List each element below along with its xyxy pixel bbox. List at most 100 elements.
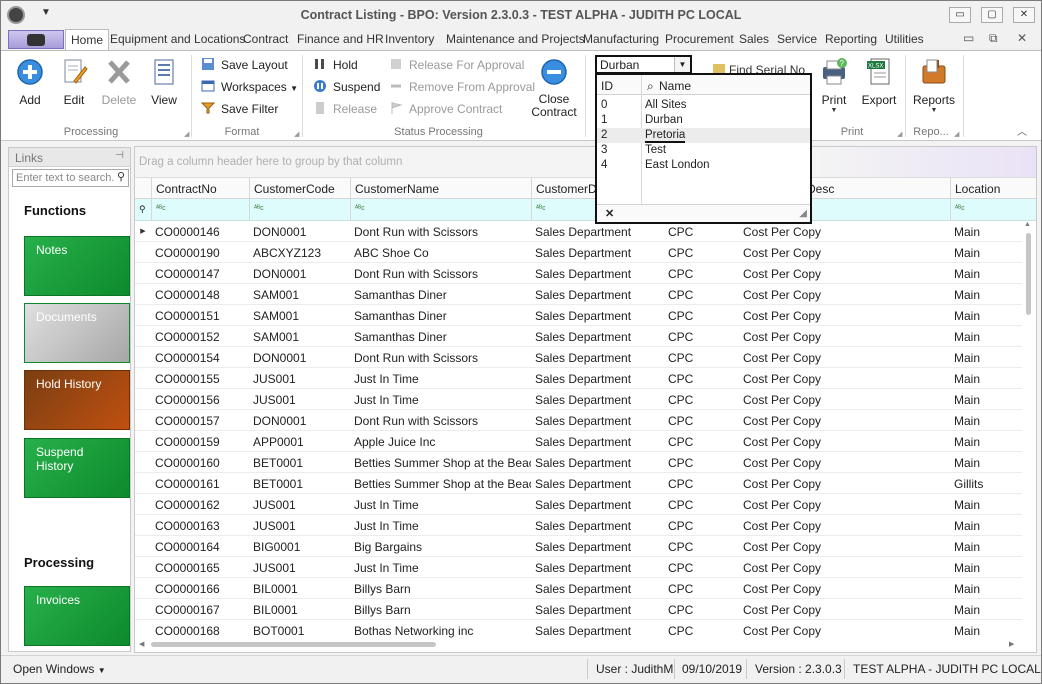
table-cell[interactable]: JUS001 xyxy=(249,557,350,578)
table-cell[interactable]: CO0000163 xyxy=(151,515,249,536)
table-cell[interactable]: CO0000152 xyxy=(151,326,249,347)
table-row[interactable]: CO0000190 ABCXYZ123 ABC Shoe Co Sales Depar… xyxy=(135,242,1023,263)
workspaces-button[interactable]: Workspaces ▼ xyxy=(201,79,298,94)
table-cell[interactable]: DON0001 xyxy=(249,221,350,242)
table-cell[interactable]: CO0000156 xyxy=(151,389,249,410)
table-cell[interactable]: CO0000157 xyxy=(151,410,249,431)
tab-reporting[interactable]: Reporting xyxy=(825,32,877,46)
table-cell[interactable]: Cost Per Copy xyxy=(739,389,950,410)
suspend-history-tile[interactable]: Suspend History xyxy=(24,438,130,498)
table-cell[interactable]: CO0000155 xyxy=(151,368,249,389)
table-cell[interactable]: ABC Shoe Co xyxy=(350,242,531,263)
search-icon[interactable]: ⚲ xyxy=(117,170,125,183)
table-cell[interactable]: CO0000165 xyxy=(151,557,249,578)
table-cell[interactable]: CPC xyxy=(664,473,739,494)
reports-button[interactable]: Reports ▼ xyxy=(913,57,955,114)
site-selector[interactable]: Durban ▼ xyxy=(595,55,692,74)
table-cell[interactable]: Sales Department xyxy=(531,242,664,263)
resize-grip-icon[interactable]: ◢ xyxy=(799,208,807,219)
release-for-approval-button[interactable]: Release For Approval xyxy=(389,57,524,72)
table-cell[interactable]: CPC xyxy=(664,599,739,620)
table-cell[interactable]: CO0000167 xyxy=(151,599,249,620)
table-cell[interactable]: CPC xyxy=(664,263,739,284)
table-cell[interactable]: Main xyxy=(950,578,1023,599)
table-cell[interactable]: DON0001 xyxy=(249,347,350,368)
table-cell[interactable]: Dont Run with Scissors xyxy=(350,410,531,431)
table-cell[interactable]: Sales Department xyxy=(531,557,664,578)
column-header-customercode[interactable]: CustomerCode xyxy=(249,178,350,199)
mdi-minimize-button[interactable]: ▭ xyxy=(963,31,974,45)
table-cell[interactable]: Cost Per Copy xyxy=(739,515,950,536)
approve-contract-button[interactable]: Approve Contract xyxy=(389,101,502,116)
table-row[interactable]: CO0000161 BET0001 Betties Summer Shop at t… xyxy=(135,473,1023,494)
table-cell[interactable]: Dont Run with Scissors xyxy=(350,347,531,368)
table-cell[interactable]: Main xyxy=(950,452,1023,473)
tab-home[interactable]: Home xyxy=(65,29,110,50)
table-row[interactable]: CO0000157 DON0001 Dont Run with Scissors Sa… xyxy=(135,410,1023,431)
table-cell[interactable]: Main xyxy=(950,494,1023,515)
hold-history-tile[interactable]: Hold History xyxy=(24,370,130,430)
row-indicator[interactable] xyxy=(135,599,151,620)
table-cell[interactable]: Sales Department xyxy=(531,473,664,494)
release-button[interactable]: Release xyxy=(313,101,377,116)
table-cell[interactable]: Main xyxy=(950,284,1023,305)
focused-row-indicator-icon[interactable]: ▶ xyxy=(135,221,151,242)
table-row[interactable]: CO0000155 JUS001 Just In Time Sales Departm… xyxy=(135,368,1023,389)
print-dialog-launcher-icon[interactable]: ◢ xyxy=(897,130,902,138)
tab-inventory[interactable]: Inventory xyxy=(385,32,434,46)
table-cell[interactable]: CPC xyxy=(664,431,739,452)
table-cell[interactable]: ABCXYZ123 xyxy=(249,242,350,263)
table-cell[interactable]: BIL0001 xyxy=(249,578,350,599)
column-header-customername[interactable]: CustomerName xyxy=(350,178,531,199)
table-cell[interactable]: Just In Time xyxy=(350,494,531,515)
tab-service[interactable]: Service xyxy=(777,32,817,46)
table-cell[interactable]: Sales Department xyxy=(531,494,664,515)
table-cell[interactable]: Betties Summer Shop at the Beach xyxy=(350,452,531,473)
horizontal-scrollbar[interactable]: ◀ ▶ xyxy=(135,638,1023,652)
table-cell[interactable]: Sales Department xyxy=(531,326,664,347)
group-by-panel[interactable]: Drag a column header here to group by th… xyxy=(135,147,1036,178)
table-cell[interactable]: CO0000160 xyxy=(151,452,249,473)
table-cell[interactable]: Sales Department xyxy=(531,389,664,410)
table-cell[interactable]: Cost Per Copy xyxy=(739,263,950,284)
table-cell[interactable]: CPC xyxy=(664,305,739,326)
table-cell[interactable]: SAM001 xyxy=(249,284,350,305)
table-cell[interactable]: Cost Per Copy xyxy=(739,326,950,347)
row-indicator[interactable] xyxy=(135,473,151,494)
table-cell[interactable]: Just In Time xyxy=(350,368,531,389)
table-cell[interactable]: Billys Barn xyxy=(350,578,531,599)
table-cell[interactable]: Main xyxy=(950,557,1023,578)
site-option[interactable]: 1 Durban xyxy=(597,113,810,128)
table-row[interactable]: CO0000165 JUS001 Just In Time Sales Departm… xyxy=(135,557,1023,578)
table-cell[interactable]: Sales Department xyxy=(531,431,664,452)
table-cell[interactable]: Gillits xyxy=(950,473,1023,494)
row-indicator[interactable] xyxy=(135,536,151,557)
collapse-ribbon-icon[interactable]: ︿ xyxy=(1017,123,1027,138)
table-cell[interactable]: Sales Department xyxy=(531,410,664,431)
row-indicator[interactable] xyxy=(135,305,151,326)
table-cell[interactable]: CO0000162 xyxy=(151,494,249,515)
table-cell[interactable]: CO0000166 xyxy=(151,578,249,599)
table-cell[interactable]: CPC xyxy=(664,347,739,368)
table-cell[interactable]: CPC xyxy=(664,410,739,431)
table-cell[interactable]: Cost Per Copy xyxy=(739,305,950,326)
table-cell[interactable]: CPC xyxy=(664,326,739,347)
table-cell[interactable]: Cost Per Copy xyxy=(739,347,950,368)
table-cell[interactable]: Main xyxy=(950,431,1023,452)
table-row[interactable]: CO0000164 BIG0001 Big Bargains Sales Depart… xyxy=(135,536,1023,557)
row-indicator[interactable] xyxy=(135,515,151,536)
table-row[interactable]: CO0000159 APP0001 Apple Juice Inc Sales Dep… xyxy=(135,431,1023,452)
format-dialog-launcher-icon[interactable]: ◢ xyxy=(294,130,299,138)
site-dropdown-icon[interactable]: ▼ xyxy=(674,57,690,72)
table-cell[interactable]: BET0001 xyxy=(249,473,350,494)
add-button[interactable]: Add xyxy=(15,57,45,107)
table-row[interactable]: CO0000162 JUS001 Just In Time Sales Departm… xyxy=(135,494,1023,515)
table-cell[interactable]: Samanthas Diner xyxy=(350,284,531,305)
table-cell[interactable]: BIL0001 xyxy=(249,599,350,620)
table-row[interactable]: CO0000166 BIL0001 Billys Barn Sales Departm… xyxy=(135,578,1023,599)
tab-finance-and-hr[interactable]: Finance and HR xyxy=(297,32,384,46)
scroll-right-icon[interactable]: ▶ xyxy=(1009,640,1014,648)
table-cell[interactable]: CPC xyxy=(664,578,739,599)
mdi-close-button[interactable]: ✕ xyxy=(1017,31,1027,45)
table-row[interactable]: CO0000151 SAM001 Samanthas Diner Sales Depa… xyxy=(135,305,1023,326)
